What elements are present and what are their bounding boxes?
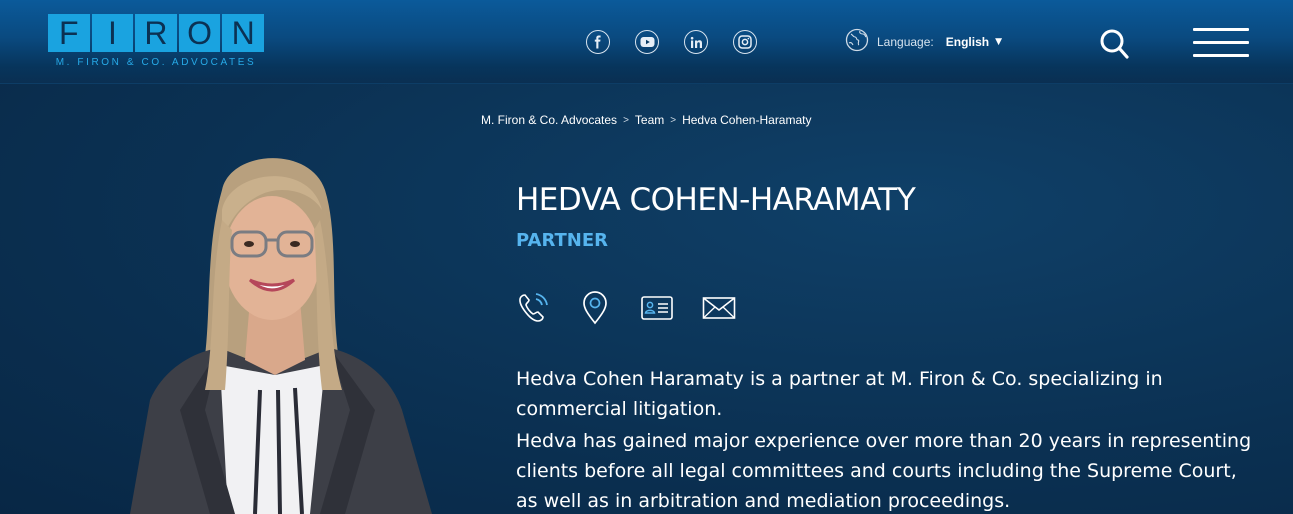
breadcrumb-separator: > bbox=[623, 114, 629, 126]
contact-icons bbox=[516, 291, 764, 325]
breadcrumb-team-link[interactable]: Team bbox=[635, 113, 664, 127]
site-header: F I R O N M. FIRON & CO. ADVOCATES Langu… bbox=[0, 0, 1293, 84]
facebook-icon[interactable] bbox=[586, 30, 610, 54]
bio-paragraph: Hedva has gained major experience over m… bbox=[516, 430, 1252, 512]
profile-bio: Hedva Cohen Haramaty is a partner at M. … bbox=[516, 364, 1256, 514]
instagram-icon[interactable] bbox=[733, 30, 757, 54]
profile-role: PARTNER bbox=[516, 230, 609, 251]
hamburger-menu-icon[interactable] bbox=[1193, 28, 1249, 60]
breadcrumb: M. Firon & Co. Advocates > Team > Hedva … bbox=[481, 113, 812, 127]
logo-letters: F I R O N bbox=[48, 14, 264, 52]
logo-letter: I bbox=[91, 14, 134, 52]
language-label: Language: bbox=[877, 35, 934, 49]
breadcrumb-home-link[interactable]: M. Firon & Co. Advocates bbox=[481, 113, 617, 127]
firon-logo[interactable]: F I R O N M. FIRON & CO. ADVOCATES bbox=[48, 14, 264, 74]
phone-icon[interactable] bbox=[516, 291, 550, 325]
breadcrumb-separator: > bbox=[670, 114, 677, 126]
breadcrumb-current: Hedva Cohen-Haramaty bbox=[682, 113, 812, 127]
language-value[interactable]: English bbox=[946, 35, 989, 49]
profile-name: HEDVA COHEN-HARAMATY bbox=[516, 182, 916, 218]
youtube-icon[interactable] bbox=[635, 30, 659, 54]
language-selector[interactable]: Language: English ▼ bbox=[845, 28, 1002, 56]
menu-bar bbox=[1193, 28, 1249, 31]
vcard-icon[interactable] bbox=[640, 291, 674, 325]
profile-photo bbox=[110, 150, 450, 514]
email-icon[interactable] bbox=[702, 291, 736, 325]
globe-icon bbox=[845, 28, 869, 56]
chevron-down-icon[interactable]: ▼ bbox=[995, 37, 1002, 47]
logo-letter: O bbox=[178, 14, 221, 52]
location-pin-icon[interactable] bbox=[578, 291, 612, 325]
logo-letter: N bbox=[222, 14, 264, 52]
logo-letter: F bbox=[48, 14, 90, 52]
logo-letter: R bbox=[135, 14, 177, 52]
search-icon[interactable] bbox=[1099, 28, 1129, 60]
social-links bbox=[586, 30, 757, 54]
bio-paragraph: Hedva Cohen Haramaty is a partner at M. … bbox=[516, 368, 1163, 420]
logo-subtitle: M. FIRON & CO. ADVOCATES bbox=[55, 57, 257, 68]
menu-bar bbox=[1193, 54, 1249, 57]
linkedin-icon[interactable] bbox=[684, 30, 708, 54]
menu-bar bbox=[1193, 41, 1249, 44]
